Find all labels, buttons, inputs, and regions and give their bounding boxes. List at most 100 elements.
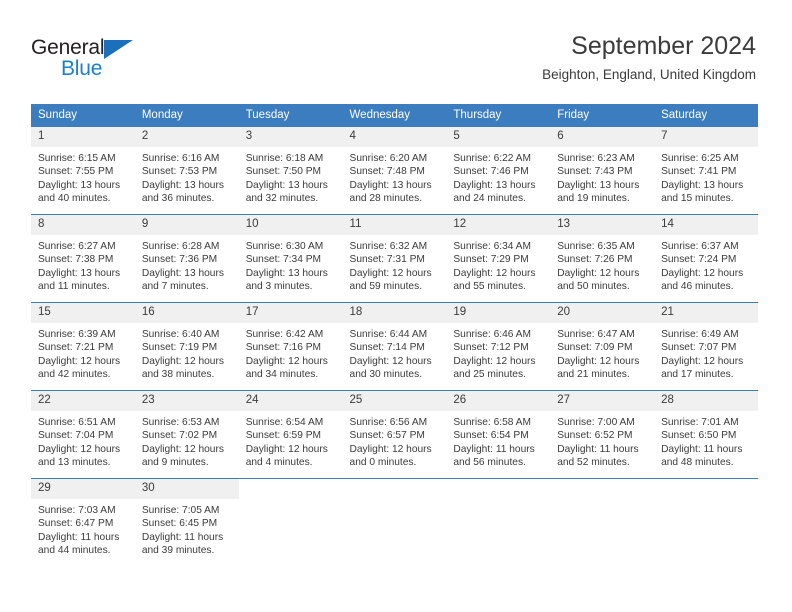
day-cell[interactable]: 8 Sunrise: 6:27 AM Sunset: 7:38 PM Dayli… <box>31 214 135 303</box>
day-number: 4 <box>342 127 447 147</box>
day-cell[interactable]: 2 Sunrise: 6:16 AM Sunset: 7:53 PM Dayli… <box>134 126 239 215</box>
daylight-text: Daylight: 11 hours and 56 minutes. <box>453 443 535 469</box>
day-number: 9 <box>134 215 239 235</box>
day-cell[interactable]: 18 Sunrise: 6:44 AM Sunset: 7:14 PM Dayl… <box>342 302 447 391</box>
day-cell[interactable]: 13 Sunrise: 6:35 AM Sunset: 7:26 PM Dayl… <box>550 214 655 303</box>
calendar-week-row: 1 Sunrise: 6:15 AM Sunset: 7:55 PM Dayli… <box>31 126 758 215</box>
day-info: Sunrise: 6:40 AM Sunset: 7:19 PM Dayligh… <box>135 323 239 382</box>
sunset-text: Sunset: 7:55 PM <box>38 166 114 178</box>
day-cell[interactable]: 10 Sunrise: 6:30 AM Sunset: 7:34 PM Dayl… <box>238 214 343 303</box>
day-cell[interactable]: 20 Sunrise: 6:47 AM Sunset: 7:09 PM Dayl… <box>550 302 655 391</box>
day-cell[interactable]: 24 Sunrise: 6:54 AM Sunset: 6:59 PM Dayl… <box>238 390 343 479</box>
daylight-text: Daylight: 12 hours and 42 minutes. <box>38 355 121 381</box>
day-cell[interactable]: 22 Sunrise: 6:51 AM Sunset: 7:04 PM Dayl… <box>31 390 135 479</box>
day-number: 19 <box>446 303 551 323</box>
day-info: Sunrise: 6:44 AM Sunset: 7:14 PM Dayligh… <box>343 323 447 382</box>
sunset-text: Sunset: 6:47 PM <box>38 518 114 530</box>
day-cell[interactable]: 25 Sunrise: 6:56 AM Sunset: 6:57 PM Dayl… <box>342 390 447 479</box>
day-number: 25 <box>342 391 447 411</box>
sunset-text: Sunset: 6:52 PM <box>557 430 633 442</box>
weekday-header-sunday: Sunday <box>31 104 135 127</box>
day-number: 16 <box>134 303 239 323</box>
weekday-header-tuesday: Tuesday <box>238 104 343 127</box>
sunset-text: Sunset: 7:19 PM <box>141 342 218 354</box>
sunset-text: Sunset: 7:24 PM <box>661 254 737 266</box>
day-cell-empty <box>550 478 655 575</box>
sunset-text: Sunset: 7:53 PM <box>141 166 218 178</box>
sunrise-text: Sunrise: 6:51 AM <box>38 417 116 428</box>
day-info: Sunrise: 7:01 AM Sunset: 6:50 PM Dayligh… <box>654 411 758 470</box>
day-cell[interactable]: 5 Sunrise: 6:22 AM Sunset: 7:46 PM Dayli… <box>446 126 551 215</box>
sunrise-text: Sunrise: 6:53 AM <box>141 417 220 428</box>
day-cell-empty <box>446 478 551 575</box>
day-number: 3 <box>238 127 343 147</box>
day-number: 1 <box>31 127 135 147</box>
daylight-text: Daylight: 13 hours and 3 minutes. <box>245 267 328 293</box>
day-number <box>342 479 447 499</box>
day-info: Sunrise: 7:03 AM Sunset: 6:47 PM Dayligh… <box>31 499 135 558</box>
calendar-week-row: 29 Sunrise: 7:03 AM Sunset: 6:47 PM Dayl… <box>31 478 758 575</box>
title-block: September 2024 Beighton, England, United… <box>542 31 756 83</box>
day-info: Sunrise: 6:42 AM Sunset: 7:16 PM Dayligh… <box>239 323 343 382</box>
day-number: 2 <box>134 127 239 147</box>
sunset-text: Sunset: 7:14 PM <box>349 342 425 354</box>
day-info: Sunrise: 6:37 AM Sunset: 7:24 PM Dayligh… <box>654 235 758 294</box>
daylight-text: Daylight: 13 hours and 36 minutes. <box>141 179 224 205</box>
daylight-text: Daylight: 12 hours and 55 minutes. <box>453 267 536 293</box>
day-cell[interactable]: 6 Sunrise: 6:23 AM Sunset: 7:43 PM Dayli… <box>550 126 655 215</box>
day-cell[interactable]: 17 Sunrise: 6:42 AM Sunset: 7:16 PM Dayl… <box>238 302 343 391</box>
day-cell[interactable]: 28 Sunrise: 7:01 AM Sunset: 6:50 PM Dayl… <box>654 390 758 479</box>
daylight-text: Daylight: 12 hours and 0 minutes. <box>349 443 432 469</box>
sunrise-text: Sunrise: 6:27 AM <box>38 241 116 252</box>
day-cell[interactable]: 23 Sunrise: 6:53 AM Sunset: 7:02 PM Dayl… <box>134 390 239 479</box>
day-number: 17 <box>238 303 343 323</box>
day-number: 27 <box>550 391 655 411</box>
day-cell[interactable]: 26 Sunrise: 6:58 AM Sunset: 6:54 PM Dayl… <box>446 390 551 479</box>
day-cell[interactable]: 16 Sunrise: 6:40 AM Sunset: 7:19 PM Dayl… <box>134 302 239 391</box>
daylight-text: Daylight: 12 hours and 50 minutes. <box>557 267 640 293</box>
sunset-text: Sunset: 7:07 PM <box>661 342 737 354</box>
day-cell[interactable]: 7 Sunrise: 6:25 AM Sunset: 7:41 PM Dayli… <box>654 126 758 215</box>
day-cell[interactable]: 19 Sunrise: 6:46 AM Sunset: 7:12 PM Dayl… <box>446 302 551 391</box>
day-info: Sunrise: 6:15 AM Sunset: 7:55 PM Dayligh… <box>31 147 135 206</box>
day-number: 7 <box>654 127 758 147</box>
day-info: Sunrise: 7:05 AM Sunset: 6:45 PM Dayligh… <box>135 499 239 558</box>
day-cell[interactable]: 9 Sunrise: 6:28 AM Sunset: 7:36 PM Dayli… <box>134 214 239 303</box>
day-info: Sunrise: 6:22 AM Sunset: 7:46 PM Dayligh… <box>446 147 550 206</box>
sunrise-text: Sunrise: 7:00 AM <box>557 417 635 428</box>
day-cell[interactable]: 29 Sunrise: 7:03 AM Sunset: 6:47 PM Dayl… <box>31 478 135 575</box>
day-info: Sunrise: 6:49 AM Sunset: 7:07 PM Dayligh… <box>654 323 758 382</box>
day-cell[interactable]: 1 Sunrise: 6:15 AM Sunset: 7:55 PM Dayli… <box>31 126 135 215</box>
day-info: Sunrise: 6:27 AM Sunset: 7:38 PM Dayligh… <box>31 235 135 294</box>
weekday-header-monday: Monday <box>134 104 239 127</box>
location-subtitle: Beighton, England, United Kingdom <box>542 67 756 82</box>
day-cell[interactable]: 4 Sunrise: 6:20 AM Sunset: 7:48 PM Dayli… <box>342 126 447 215</box>
day-cell[interactable]: 12 Sunrise: 6:34 AM Sunset: 7:29 PM Dayl… <box>446 214 551 303</box>
weekday-header-thursday: Thursday <box>446 104 551 127</box>
sunset-text: Sunset: 7:38 PM <box>38 254 114 266</box>
daylight-text: Daylight: 11 hours and 39 minutes. <box>141 531 224 557</box>
day-cell[interactable]: 11 Sunrise: 6:32 AM Sunset: 7:31 PM Dayl… <box>342 214 447 303</box>
day-cell[interactable]: 14 Sunrise: 6:37 AM Sunset: 7:24 PM Dayl… <box>654 214 758 303</box>
day-cell[interactable]: 30 Sunrise: 7:05 AM Sunset: 6:45 PM Dayl… <box>134 478 239 575</box>
day-cell[interactable]: 15 Sunrise: 6:39 AM Sunset: 7:21 PM Dayl… <box>31 302 135 391</box>
day-info: Sunrise: 6:32 AM Sunset: 7:31 PM Dayligh… <box>343 235 447 294</box>
day-cell[interactable]: 21 Sunrise: 6:49 AM Sunset: 7:07 PM Dayl… <box>654 302 758 391</box>
day-info: Sunrise: 6:51 AM Sunset: 7:04 PM Dayligh… <box>31 411 135 470</box>
day-number: 29 <box>31 479 135 499</box>
day-number <box>550 479 655 499</box>
sunrise-text: Sunrise: 6:47 AM <box>557 329 635 340</box>
day-info: Sunrise: 6:58 AM Sunset: 6:54 PM Dayligh… <box>446 411 550 470</box>
sunset-text: Sunset: 7:31 PM <box>349 254 425 266</box>
day-number: 28 <box>654 391 758 411</box>
sunrise-text: Sunrise: 7:03 AM <box>38 505 116 516</box>
day-info: Sunrise: 6:56 AM Sunset: 6:57 PM Dayligh… <box>343 411 447 470</box>
day-cell[interactable]: 3 Sunrise: 6:18 AM Sunset: 7:50 PM Dayli… <box>238 126 343 215</box>
sunset-text: Sunset: 6:45 PM <box>141 518 218 530</box>
day-number <box>446 479 551 499</box>
day-info: Sunrise: 6:34 AM Sunset: 7:29 PM Dayligh… <box>446 235 550 294</box>
day-cell[interactable]: 27 Sunrise: 7:00 AM Sunset: 6:52 PM Dayl… <box>550 390 655 479</box>
daylight-text: Daylight: 11 hours and 48 minutes. <box>661 443 743 469</box>
sunrise-text: Sunrise: 6:15 AM <box>38 153 116 164</box>
day-cell-empty <box>654 478 758 575</box>
